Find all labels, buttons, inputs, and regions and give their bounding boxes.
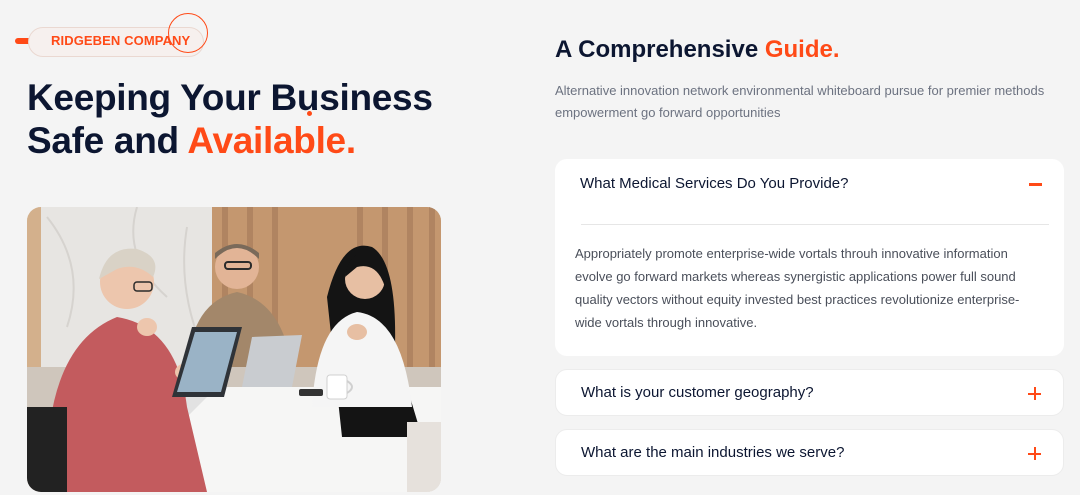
guide-description: Alternative innovation network environme…: [555, 83, 1045, 120]
decorative-dot: [307, 111, 312, 116]
badge-circle-decoration: [168, 13, 208, 53]
faq-divider: [581, 224, 1049, 225]
faq-answer: Appropriately promote enterprise-wide vo…: [575, 246, 1020, 330]
hero-title-line2: Safe and: [27, 120, 188, 161]
faq-item-collapsed[interactable]: What are the main industries we serve?: [555, 429, 1064, 476]
plus-icon[interactable]: [1028, 387, 1041, 400]
faq-item-collapsed[interactable]: What is your customer geography?: [555, 369, 1064, 416]
minus-icon[interactable]: [1029, 183, 1042, 186]
guide-title-accent: Guide.: [764, 36, 840, 63]
hero-title-accent: Available.: [187, 120, 356, 161]
faq-question-toggle[interactable]: What Medical Services Do You Provide?: [580, 175, 848, 192]
hero-title: Keeping Your Business Safe and Available…: [27, 76, 433, 162]
guide-title-plain: A Comprehensive: [555, 36, 765, 63]
faq-question[interactable]: What is your customer geography?: [581, 384, 814, 401]
company-badge: RIDGEBEN COMPANY: [12, 13, 212, 58]
guide-title: A Comprehensive Guide.: [555, 36, 840, 64]
plus-icon[interactable]: [1028, 447, 1041, 460]
faq-item-expanded: What Medical Services Do You Provide? Ap…: [555, 159, 1064, 356]
faq-question[interactable]: What are the main industries we serve?: [581, 444, 844, 461]
office-meeting-photo: [27, 207, 441, 492]
hero-title-line1: Keeping Your Business: [27, 77, 433, 118]
